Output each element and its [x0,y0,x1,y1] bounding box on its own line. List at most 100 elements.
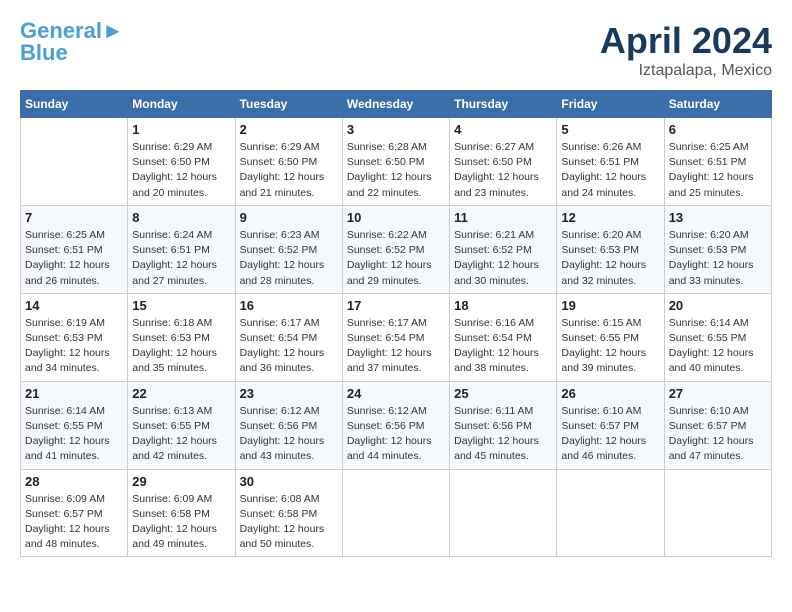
calendar-week-row: 1 Sunrise: 6:29 AM Sunset: 6:50 PM Daylig… [21,118,772,206]
table-row: 22 Sunrise: 6:13 AM Sunset: 6:55 PM Dayli… [128,381,235,469]
day-info: Sunrise: 6:29 AM Sunset: 6:50 PM Dayligh… [240,140,338,201]
day-number: 8 [132,210,230,225]
day-info: Sunrise: 6:17 AM Sunset: 6:54 PM Dayligh… [347,316,445,377]
table-row: 11 Sunrise: 6:21 AM Sunset: 6:52 PM Dayli… [450,205,557,293]
day-info: Sunrise: 6:19 AM Sunset: 6:53 PM Dayligh… [25,316,123,377]
day-info: Sunrise: 6:13 AM Sunset: 6:55 PM Dayligh… [132,404,230,465]
day-info: Sunrise: 6:25 AM Sunset: 6:51 PM Dayligh… [25,228,123,289]
col-friday: Friday [557,91,664,118]
day-info: Sunrise: 6:16 AM Sunset: 6:54 PM Dayligh… [454,316,552,377]
day-number: 17 [347,298,445,313]
day-number: 12 [561,210,659,225]
calendar-week-row: 7 Sunrise: 6:25 AM Sunset: 6:51 PM Daylig… [21,205,772,293]
day-info: Sunrise: 6:21 AM Sunset: 6:52 PM Dayligh… [454,228,552,289]
table-row [342,469,449,557]
day-number: 18 [454,298,552,313]
day-info: Sunrise: 6:10 AM Sunset: 6:57 PM Dayligh… [561,404,659,465]
table-row [557,469,664,557]
day-number: 28 [25,474,123,489]
day-number: 16 [240,298,338,313]
day-info: Sunrise: 6:09 AM Sunset: 6:58 PM Dayligh… [132,492,230,553]
day-info: Sunrise: 6:18 AM Sunset: 6:53 PM Dayligh… [132,316,230,377]
table-row: 27Sunrise: 6:10 AM Sunset: 6:57 PM Dayli… [664,381,771,469]
day-info: Sunrise: 6:22 AM Sunset: 6:52 PM Dayligh… [347,228,445,289]
day-info: Sunrise: 6:12 AM Sunset: 6:56 PM Dayligh… [347,404,445,465]
table-row: 29 Sunrise: 6:09 AM Sunset: 6:58 PM Dayli… [128,469,235,557]
day-number: 13 [669,210,767,225]
day-info: Sunrise: 6:09 AM Sunset: 6:57 PM Dayligh… [25,492,123,553]
table-row: 9Sunrise: 6:23 AM Sunset: 6:52 PM Daylig… [235,205,342,293]
day-number: 21 [25,386,123,401]
col-saturday: Saturday [664,91,771,118]
day-info: Sunrise: 6:14 AM Sunset: 6:55 PM Dayligh… [669,316,767,377]
day-number: 6 [669,122,767,137]
table-row: 12 Sunrise: 6:20 AM Sunset: 6:53 PM Dayli… [557,205,664,293]
day-info: Sunrise: 6:10 AM Sunset: 6:57 PM Dayligh… [669,404,767,465]
day-info: Sunrise: 6:25 AM Sunset: 6:51 PM Dayligh… [669,140,767,201]
header: General► Blue April 2024 Iztapalapa, Mex… [20,20,772,80]
table-row: 6 Sunrise: 6:25 AM Sunset: 6:51 PM Daylig… [664,118,771,206]
day-number: 24 [347,386,445,401]
day-number: 22 [132,386,230,401]
table-row: 28 Sunrise: 6:09 AM Sunset: 6:57 PM Dayli… [21,469,128,557]
day-number: 15 [132,298,230,313]
table-row: 14 Sunrise: 6:19 AM Sunset: 6:53 PM Dayli… [21,293,128,381]
day-number: 4 [454,122,552,137]
day-number: 29 [132,474,230,489]
calendar-week-row: 28 Sunrise: 6:09 AM Sunset: 6:57 PM Dayli… [21,469,772,557]
table-row: 10 Sunrise: 6:22 AM Sunset: 6:52 PM Dayli… [342,205,449,293]
day-info: Sunrise: 6:12 AM Sunset: 6:56 PM Dayligh… [240,404,338,465]
day-number: 2 [240,122,338,137]
table-row: 1 Sunrise: 6:29 AM Sunset: 6:50 PM Daylig… [128,118,235,206]
col-monday: Monday [128,91,235,118]
table-row: 13Sunrise: 6:20 AM Sunset: 6:53 PM Dayli… [664,205,771,293]
col-wednesday: Wednesday [342,91,449,118]
day-number: 30 [240,474,338,489]
day-number: 7 [25,210,123,225]
table-row: 26 Sunrise: 6:10 AM Sunset: 6:57 PM Dayli… [557,381,664,469]
day-info: Sunrise: 6:11 AM Sunset: 6:56 PM Dayligh… [454,404,552,465]
day-info: Sunrise: 6:08 AM Sunset: 6:58 PM Dayligh… [240,492,338,553]
day-info: Sunrise: 6:14 AM Sunset: 6:55 PM Dayligh… [25,404,123,465]
day-number: 9 [240,210,338,225]
day-info: Sunrise: 6:27 AM Sunset: 6:50 PM Dayligh… [454,140,552,201]
day-info: Sunrise: 6:24 AM Sunset: 6:51 PM Dayligh… [132,228,230,289]
col-thursday: Thursday [450,91,557,118]
table-row: 20 Sunrise: 6:14 AM Sunset: 6:55 PM Dayli… [664,293,771,381]
table-row: 25Sunrise: 6:11 AM Sunset: 6:56 PM Dayli… [450,381,557,469]
table-row [21,118,128,206]
logo-text: General► Blue [20,20,124,64]
table-row: 2 Sunrise: 6:29 AM Sunset: 6:50 PM Daylig… [235,118,342,206]
day-number: 14 [25,298,123,313]
logo-blue-text: Blue [20,40,68,65]
day-info: Sunrise: 6:26 AM Sunset: 6:51 PM Dayligh… [561,140,659,201]
table-row: 4 Sunrise: 6:27 AM Sunset: 6:50 PM Daylig… [450,118,557,206]
table-row: 15 Sunrise: 6:18 AM Sunset: 6:53 PM Dayli… [128,293,235,381]
day-number: 19 [561,298,659,313]
col-sunday: Sunday [21,91,128,118]
table-row: 23 Sunrise: 6:12 AM Sunset: 6:56 PM Dayli… [235,381,342,469]
table-row: 21 Sunrise: 6:14 AM Sunset: 6:55 PM Dayli… [21,381,128,469]
calendar-header-row: Sunday Monday Tuesday Wednesday Thursday… [21,91,772,118]
day-info: Sunrise: 6:17 AM Sunset: 6:54 PM Dayligh… [240,316,338,377]
logo: General► Blue [20,20,124,64]
table-row: 7 Sunrise: 6:25 AM Sunset: 6:51 PM Daylig… [21,205,128,293]
table-row: 17 Sunrise: 6:17 AM Sunset: 6:54 PM Dayli… [342,293,449,381]
day-number: 26 [561,386,659,401]
title-area: April 2024 Iztapalapa, Mexico [600,20,772,80]
day-number: 5 [561,122,659,137]
table-row: 5 Sunrise: 6:26 AM Sunset: 6:51 PM Daylig… [557,118,664,206]
day-number: 3 [347,122,445,137]
day-info: Sunrise: 6:29 AM Sunset: 6:50 PM Dayligh… [132,140,230,201]
table-row: 18 Sunrise: 6:16 AM Sunset: 6:54 PM Dayli… [450,293,557,381]
day-number: 10 [347,210,445,225]
calendar-week-row: 14 Sunrise: 6:19 AM Sunset: 6:53 PM Dayli… [21,293,772,381]
day-info: Sunrise: 6:20 AM Sunset: 6:53 PM Dayligh… [561,228,659,289]
logo-blue: ► [102,18,124,43]
day-info: Sunrise: 6:15 AM Sunset: 6:55 PM Dayligh… [561,316,659,377]
day-number: 1 [132,122,230,137]
table-row [664,469,771,557]
day-number: 23 [240,386,338,401]
day-number: 20 [669,298,767,313]
day-number: 11 [454,210,552,225]
